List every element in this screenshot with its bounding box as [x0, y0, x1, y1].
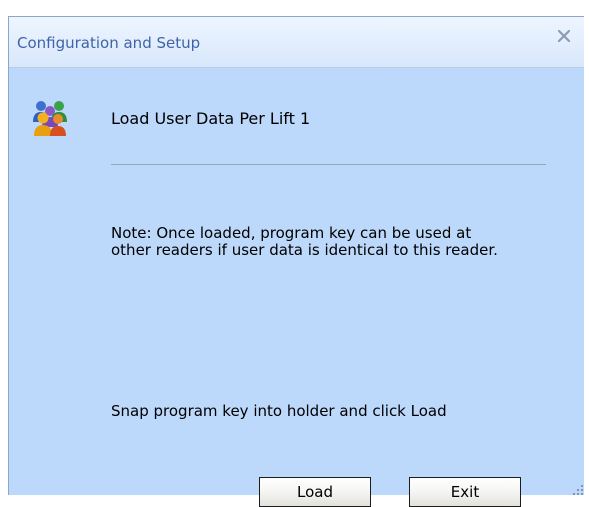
users-icon	[30, 97, 70, 137]
configuration-dialog: Configuration and Setup Load User Data P…	[8, 16, 584, 507]
note-text: Note: Once loaded, program key can be us…	[111, 225, 561, 259]
resize-grip-icon[interactable]	[570, 481, 584, 495]
divider	[111, 164, 546, 165]
dialog-body: Load User Data Per Lift 1 Note: Once loa…	[9, 68, 584, 507]
title-bar[interactable]: Configuration and Setup	[9, 17, 584, 68]
note-line: Note: Once loaded, program key can be us…	[111, 224, 472, 242]
note-line: other readers if user data is identical …	[111, 241, 498, 259]
instruction-text: Snap program key into holder and click L…	[111, 402, 447, 420]
exit-button[interactable]: Exit	[409, 477, 521, 507]
heading-text: Load User Data Per Lift 1	[111, 109, 311, 128]
close-icon[interactable]	[554, 26, 574, 46]
window-title: Configuration and Setup	[17, 34, 201, 52]
load-button[interactable]: Load	[259, 477, 371, 507]
